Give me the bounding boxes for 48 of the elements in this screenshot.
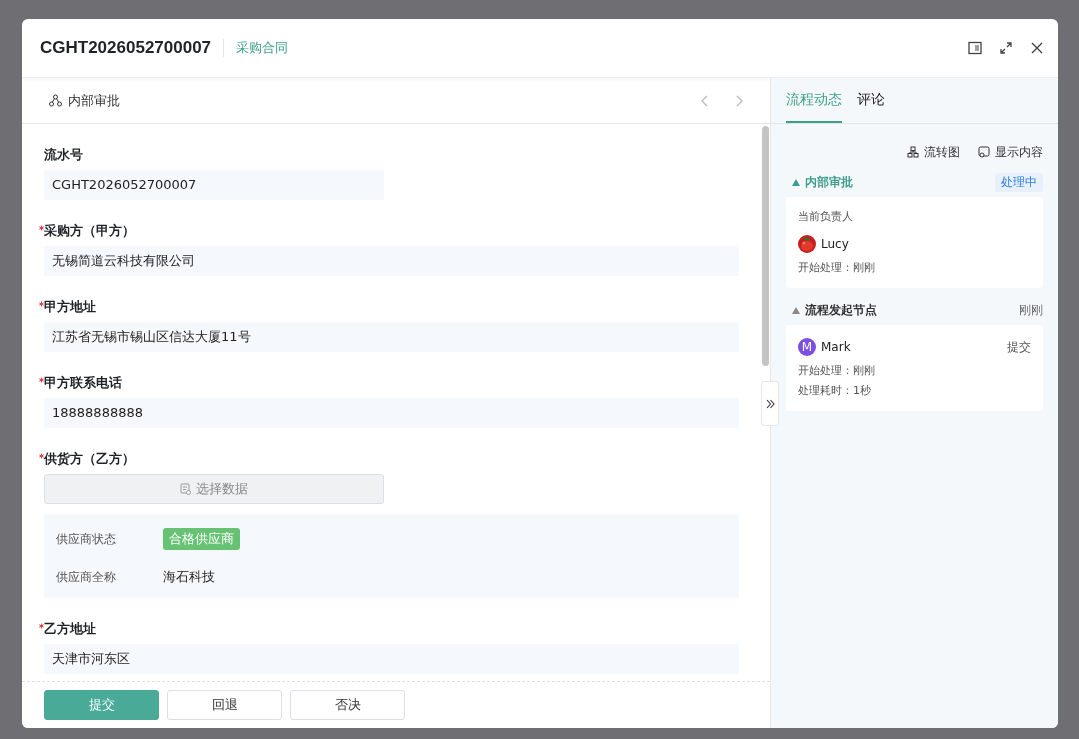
action-button[interactable]: 否决 xyxy=(290,690,405,720)
node-time: 刚刚 xyxy=(1019,301,1043,319)
side-panel-icon[interactable] xyxy=(968,41,982,55)
node-title: 流程发起节点 xyxy=(805,301,877,319)
person-name: Lucy xyxy=(821,237,849,251)
node-name: 内部审批 xyxy=(68,91,120,110)
tool-link[interactable]: 流转图 xyxy=(924,143,960,161)
field-label: 乙方地址 xyxy=(44,620,96,638)
field-label: 甲方联系电话 xyxy=(44,374,122,392)
field-value[interactable]: 无锡简道云科技有限公司 xyxy=(44,246,739,276)
person-name: Mark xyxy=(821,340,851,354)
collapse-arrow-icon[interactable] xyxy=(792,306,800,314)
tool-link[interactable]: 显示内容 xyxy=(995,143,1043,161)
caption: 当前负责人 xyxy=(798,209,854,224)
collapse-handle[interactable] xyxy=(761,381,779,426)
scrollbar[interactable] xyxy=(762,126,769,366)
field-label: 甲方地址 xyxy=(44,298,96,316)
collapse-arrow-icon[interactable] xyxy=(792,178,800,186)
field-label: 采购方（甲方） xyxy=(44,222,135,240)
node-title: 内部审批 xyxy=(805,173,853,191)
action-button[interactable]: 回退 xyxy=(167,690,282,720)
field-value[interactable]: 江苏省无锡市锡山区信达大厦11号 xyxy=(44,322,739,352)
form-type-label: 采购合同 xyxy=(236,39,289,57)
status-tag: 合格供应商 xyxy=(163,528,240,550)
double-chevron-icon xyxy=(765,398,775,409)
field-value[interactable]: 天津市河东区 xyxy=(44,644,739,674)
close-icon[interactable] xyxy=(1030,41,1044,55)
field-label: 流水号 xyxy=(44,146,83,164)
action-label: 提交 xyxy=(1007,338,1031,356)
database-icon xyxy=(180,483,191,495)
expand-icon[interactable] xyxy=(999,41,1013,55)
status-badge: 处理中 xyxy=(995,172,1043,192)
previous-icon[interactable] xyxy=(700,93,710,108)
tab[interactable]: 评论 xyxy=(857,78,885,123)
next-icon[interactable] xyxy=(734,93,744,108)
node-info: 开始处理：刚刚 xyxy=(798,365,876,377)
detail-value: 海石科技 xyxy=(163,568,215,586)
flowchart-icon xyxy=(907,146,919,158)
detail-label: 供应商全称 xyxy=(56,568,117,586)
detail-label: 供应商状态 xyxy=(56,530,117,548)
field-label: 供货方（乙方） xyxy=(44,450,135,468)
field-value[interactable]: CGHT2026052700007 xyxy=(44,170,384,200)
field-value[interactable]: 18888888888 xyxy=(44,398,739,428)
avatar: M xyxy=(798,338,816,356)
node-info: 处理耗时：1秒 xyxy=(798,385,872,397)
flow-icon xyxy=(49,94,62,107)
node-info: 开始处理：刚刚 xyxy=(798,262,876,274)
dialog-title: CGHT2026052700007 xyxy=(40,38,212,58)
